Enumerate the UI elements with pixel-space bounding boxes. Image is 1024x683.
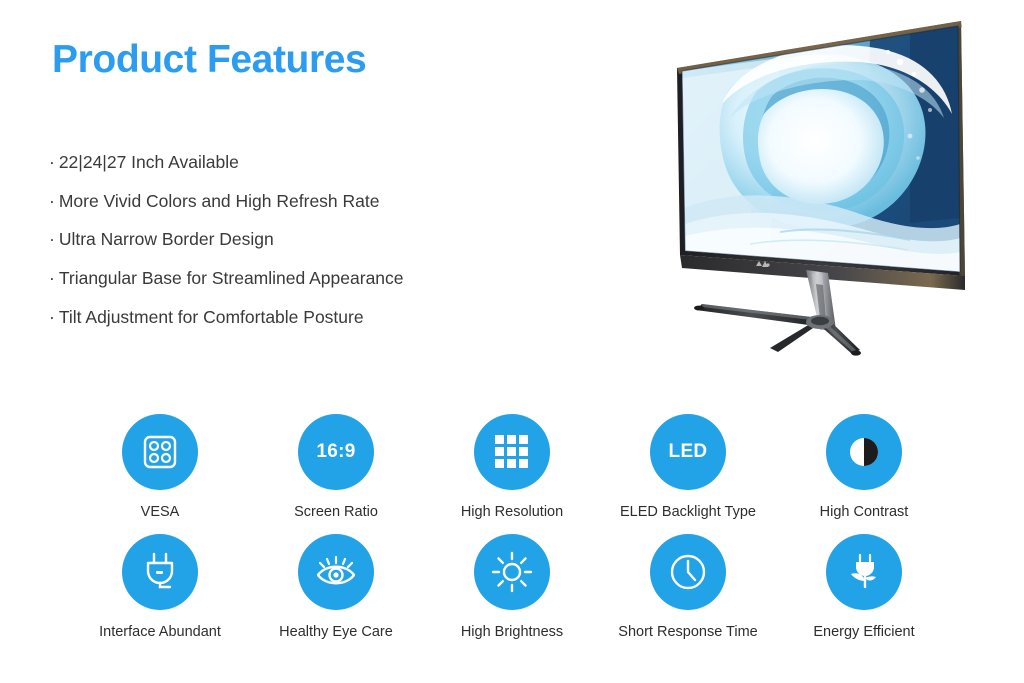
list-item: · Tilt Adjustment for Comfortable Posture — [49, 298, 609, 337]
list-item-label: Ultra Narrow Border Design — [58, 229, 274, 250]
monitor-illustration — [677, 21, 965, 356]
list-item-label: Tilt Adjustment for Comfortable Posture — [58, 306, 364, 327]
feature-high-brightness[interactable]: High Brightness — [424, 534, 600, 640]
icon-badge — [826, 534, 902, 610]
feature-high-resolution[interactable]: High Resolution — [424, 414, 600, 520]
bullet-icon: · — [49, 190, 55, 211]
icon-badge: 16:9 — [298, 414, 374, 490]
icon-badge — [650, 534, 726, 610]
vesa-mount-icon — [143, 435, 177, 469]
aspect-ratio-icon: 16:9 — [316, 441, 356, 462]
feature-eled-backlight[interactable]: LED ELED Backlight Type — [600, 414, 776, 520]
icon-badge — [474, 534, 550, 610]
feature-icon-grid: VESA 16:9 Screen Ratio High Resolution L… — [72, 414, 952, 654]
list-item: · More Vivid Colors and High Refresh Rate — [49, 182, 609, 221]
feature-label: Screen Ratio — [294, 504, 378, 520]
feature-label: VESA — [140, 504, 180, 520]
icon-row-2: Interface Abundant Healthy Eye Care High… — [72, 534, 952, 640]
feature-label: High Resolution — [460, 504, 564, 520]
list-item-label: Triangular Base for Streamlined Appearan… — [58, 268, 404, 289]
feature-label: ELED Backlight Type — [620, 504, 756, 520]
feature-eye-care[interactable]: Healthy Eye Care — [248, 534, 424, 640]
feature-label: Healthy Eye Care — [279, 624, 393, 640]
eco-plug-leaf-icon — [851, 553, 876, 589]
list-item-label: 22|24|27 Inch Available — [58, 152, 239, 172]
icon-badge — [122, 534, 198, 610]
feature-energy-efficient[interactable]: Energy Efficient — [776, 534, 952, 640]
feature-vesa[interactable]: VESA — [72, 414, 248, 520]
list-item-label: More Vivid Colors and High Refresh Rate — [58, 190, 380, 211]
bullet-icon: · — [49, 229, 55, 250]
contrast-circle-icon — [850, 438, 878, 466]
feature-label: Energy Efficient — [813, 624, 915, 640]
icon-row-1: VESA 16:9 Screen Ratio High Resolution L… — [72, 414, 952, 520]
feature-short-response-time[interactable]: Short Response Time — [600, 534, 776, 640]
sun-brightness-icon — [491, 551, 533, 593]
list-item: · Triangular Base for Streamlined Appeara… — [49, 259, 609, 298]
pixel-grid-icon — [495, 435, 528, 468]
feature-interface-abundant[interactable]: Interface Abundant — [72, 534, 248, 640]
feature-screen-ratio[interactable]: 16:9 Screen Ratio — [248, 414, 424, 520]
feature-label: High Contrast — [819, 504, 909, 520]
bullet-icon: · — [49, 306, 55, 327]
icon-badge — [122, 414, 198, 490]
list-item: · Ultra Narrow Border Design — [49, 220, 609, 259]
feature-label: Interface Abundant — [99, 624, 221, 640]
feature-high-contrast[interactable]: High Contrast — [776, 414, 952, 520]
power-plug-icon — [146, 552, 174, 589]
feature-label: Short Response Time — [618, 624, 758, 640]
product-image-monitor — [660, 18, 1000, 358]
icon-badge — [826, 414, 902, 490]
list-item: · 22|24|27 Inch Available — [49, 143, 609, 182]
feature-label: High Brightness — [460, 624, 564, 640]
icon-badge: LED — [650, 414, 726, 490]
eye-care-icon — [316, 555, 356, 585]
icon-badge — [298, 534, 374, 610]
bullet-icon: · — [49, 268, 55, 289]
page-title: Product Features — [52, 38, 367, 81]
bullet-icon: · — [49, 152, 55, 172]
feature-list: · 22|24|27 Inch Available · More Vivid Col… — [49, 143, 609, 337]
led-text-icon: LED — [668, 441, 708, 462]
clock-icon — [670, 554, 706, 590]
icon-badge — [474, 414, 550, 490]
